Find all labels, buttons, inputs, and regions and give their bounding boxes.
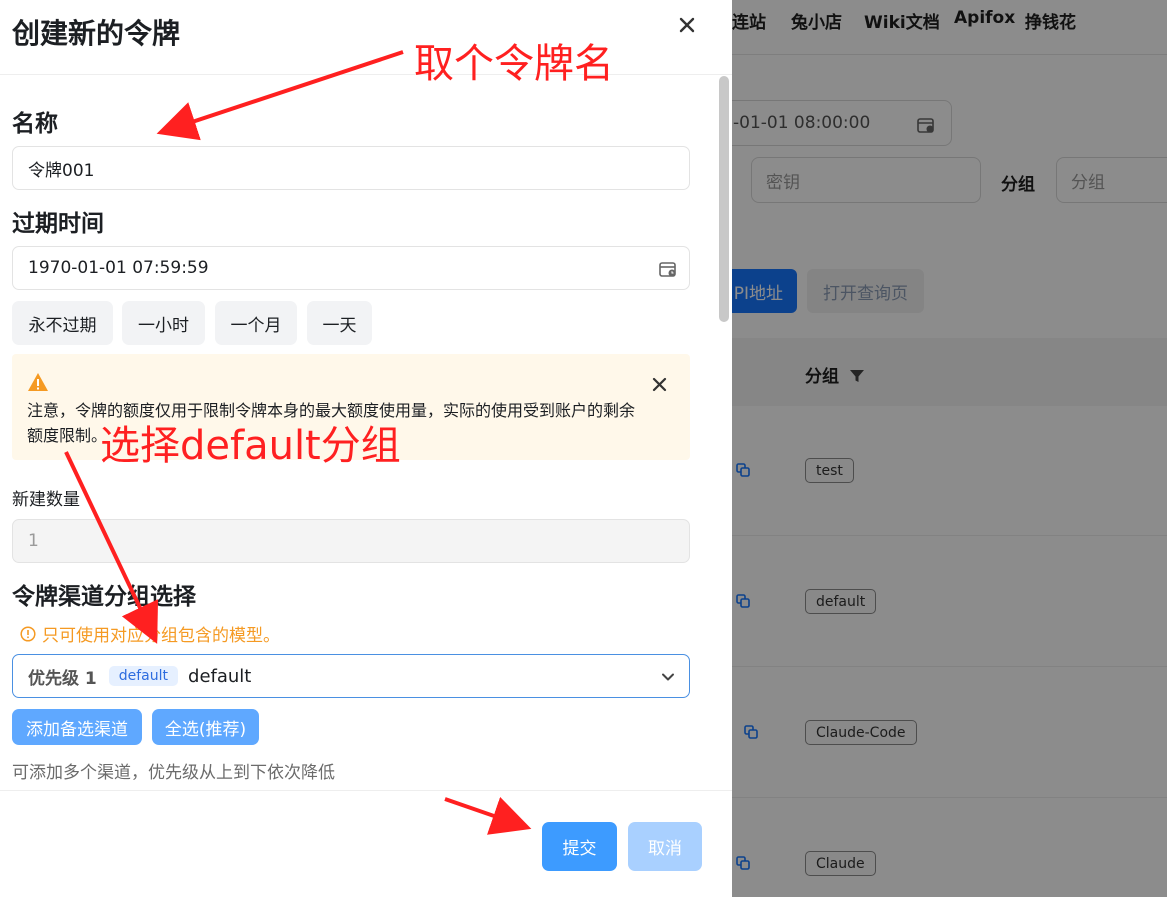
annotation-name-note: 取个令牌名 xyxy=(414,41,614,87)
priority-label: 优先级 1 xyxy=(28,668,97,689)
cancel-button[interactable]: 取消 xyxy=(628,822,702,871)
add-channel-label: 添加备选渠道 xyxy=(26,719,128,740)
channel-hint-text: 只可使用对应分组包含的模型。 xyxy=(42,626,280,646)
multi-channel-hint: 可添加多个渠道，优先级从上到下依次降低 xyxy=(12,763,335,783)
expire-datetime-input[interactable]: 1970-01-01 07:59:59 xyxy=(12,246,690,290)
add-channel-button[interactable]: 添加备选渠道 xyxy=(12,709,142,745)
warning-icon xyxy=(28,373,48,391)
never-expire-label: 永不过期 xyxy=(28,315,97,336)
sheet-title: 创建新的令牌 xyxy=(12,17,181,50)
calendar-icon[interactable] xyxy=(659,260,677,278)
screen: 连站 兔小店 Wiki文档 Apifox 挣钱花 -01-01 08:00:00… xyxy=(0,0,1167,897)
never-expire-button[interactable]: 永不过期 xyxy=(12,301,113,345)
channel-group-label: 令牌渠道分组选择 xyxy=(12,584,196,610)
submit-button[interactable]: 提交 xyxy=(542,822,617,871)
selected-group-value: default xyxy=(188,665,252,687)
close-icon[interactable] xyxy=(676,14,698,36)
submit-label: 提交 xyxy=(562,839,597,859)
name-label: 名称 xyxy=(12,111,58,137)
select-all-label: 全选(推荐) xyxy=(164,719,247,740)
one-day-label: 一天 xyxy=(322,315,357,336)
channel-hint: 只可使用对应分组包含的模型。 xyxy=(20,621,280,646)
one-hour-label: 一小时 xyxy=(138,315,189,336)
one-day-button[interactable]: 一天 xyxy=(307,301,372,345)
cancel-label: 取消 xyxy=(648,839,682,859)
scrollbar-thumb[interactable] xyxy=(719,76,729,322)
count-input: 1 xyxy=(12,519,690,563)
header-divider xyxy=(0,74,732,75)
annotation-group-note: 选择default分组 xyxy=(100,423,401,469)
count-label: 新建数量 xyxy=(12,490,80,510)
expire-input-value: 1970-01-01 07:59:59 xyxy=(28,258,209,278)
one-month-button[interactable]: 一个月 xyxy=(215,301,297,345)
info-icon xyxy=(20,625,36,642)
count-input-value: 1 xyxy=(28,531,39,551)
select-all-button[interactable]: 全选(推荐) xyxy=(152,709,259,745)
close-icon[interactable] xyxy=(652,377,667,392)
footer-divider xyxy=(0,790,732,791)
group-chip: default xyxy=(108,666,179,686)
one-hour-button[interactable]: 一小时 xyxy=(122,301,205,345)
name-input-value: 令牌001 xyxy=(28,160,95,181)
chevron-down-icon[interactable] xyxy=(661,670,675,684)
one-month-label: 一个月 xyxy=(230,315,282,336)
name-input[interactable]: 令牌001 xyxy=(12,146,690,190)
channel-group-select[interactable]: 优先级 1 default default xyxy=(12,654,690,698)
expire-label: 过期时间 xyxy=(12,211,104,237)
